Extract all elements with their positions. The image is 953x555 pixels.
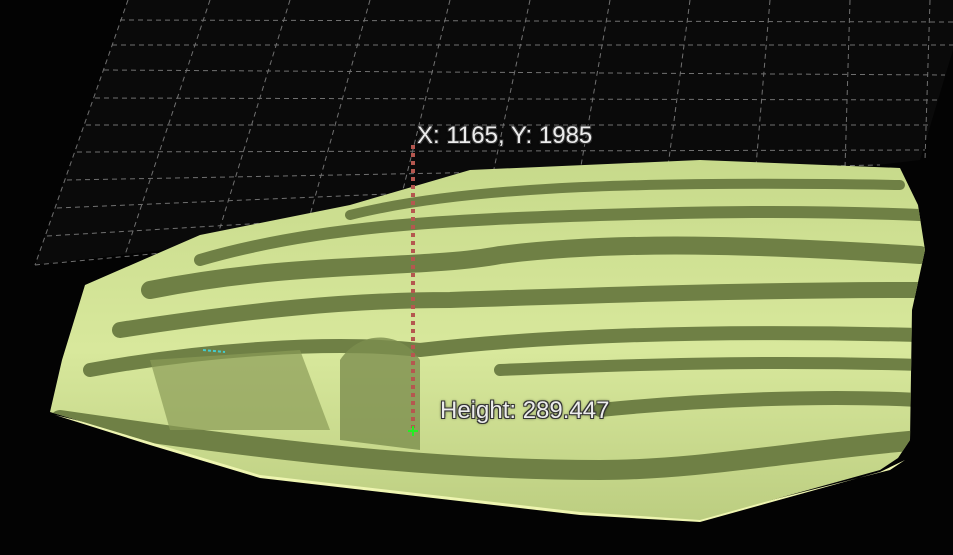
3d-terrain-viewport[interactable]: X: 1165, Y: 1985 Height: 289.447 (0, 0, 953, 555)
coordinate-readout: X: 1165, Y: 1985 (417, 122, 593, 149)
terrain-scene (34, 0, 953, 522)
height-readout: Height: 289.447 (440, 397, 610, 424)
